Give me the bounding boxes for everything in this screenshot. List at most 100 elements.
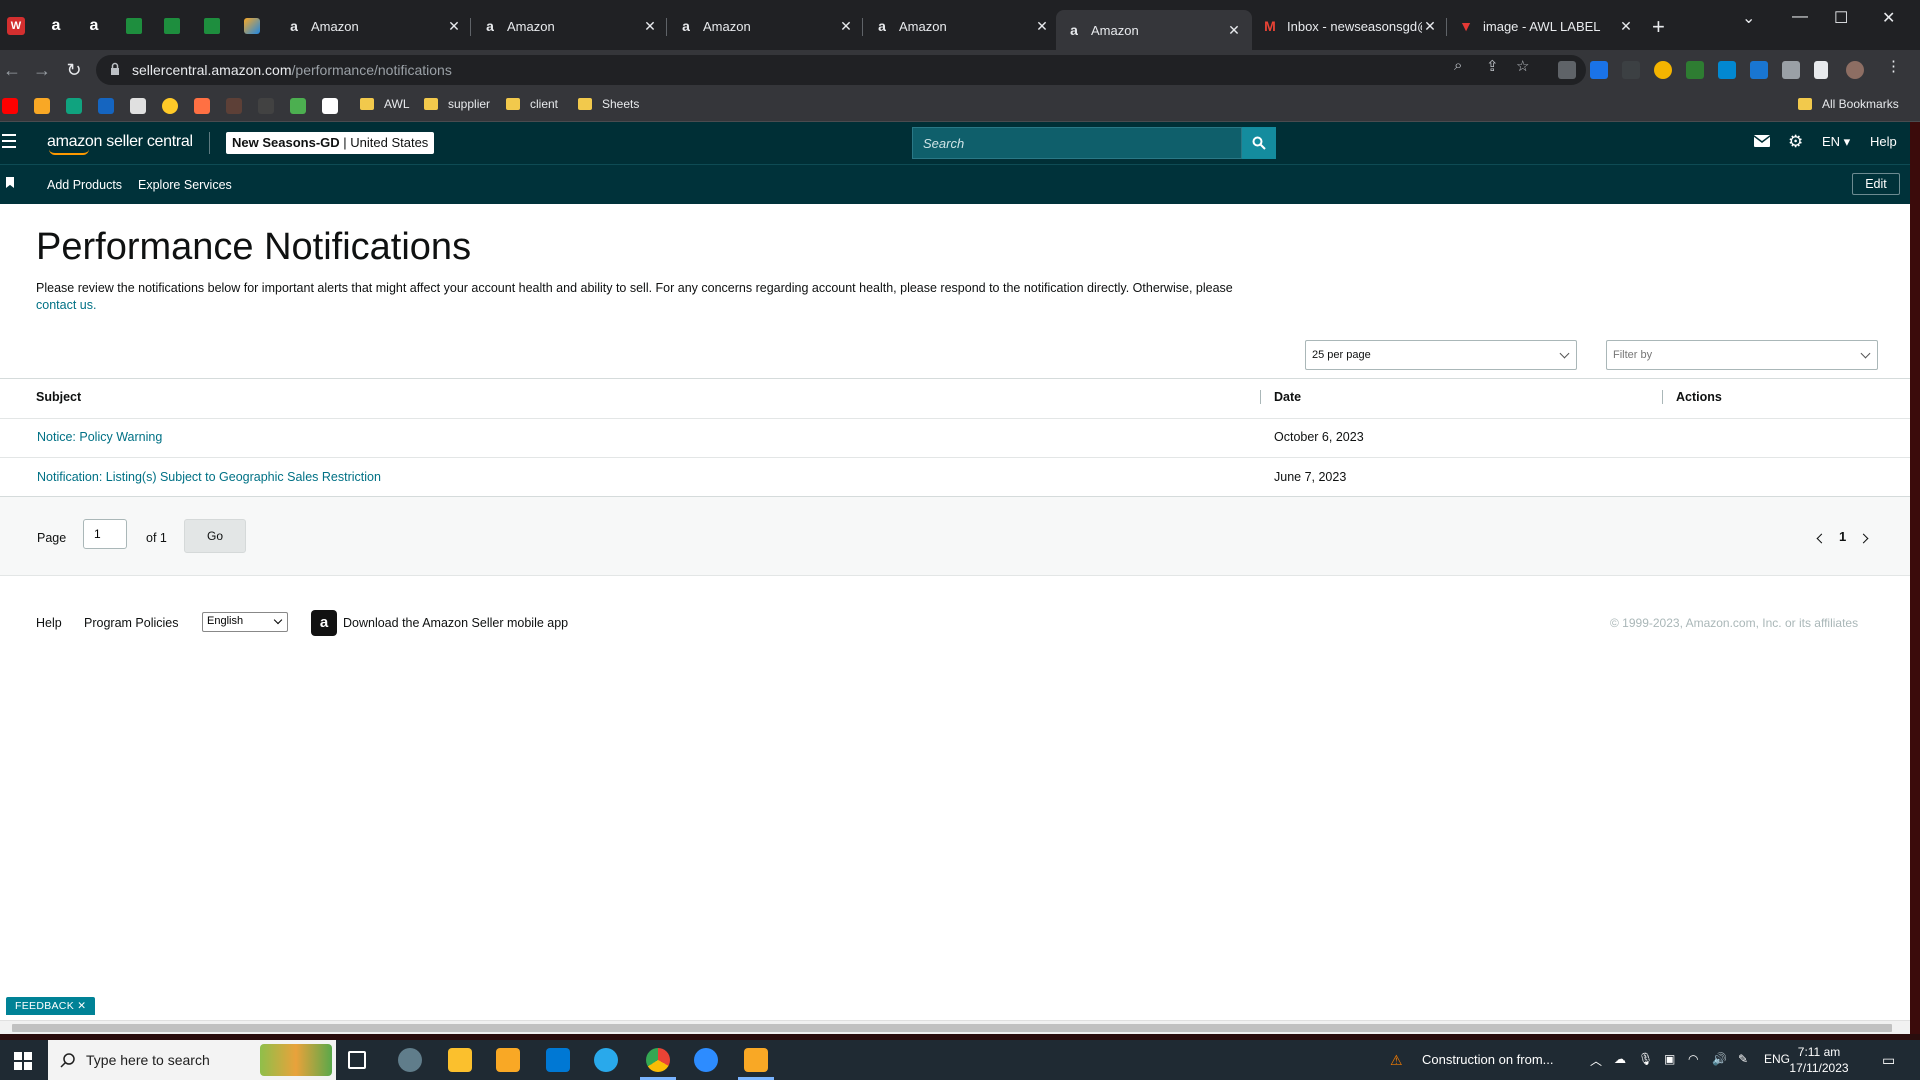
hamburger-menu-icon[interactable] — [2, 134, 16, 152]
edit-button[interactable]: Edit — [1852, 173, 1900, 195]
current-page-number[interactable]: 1 — [1839, 529, 1846, 544]
close-icon[interactable]: ✕ — [1422, 18, 1438, 35]
extension-icon[interactable] — [1686, 61, 1704, 79]
side-panel-icon[interactable] — [1814, 61, 1828, 79]
chatgpt-icon[interactable] — [66, 98, 82, 114]
bookmark-icon[interactable] — [258, 98, 274, 114]
all-bookmarks[interactable]: All Bookmarks — [1798, 97, 1899, 111]
file-explorer-icon[interactable] — [496, 1048, 520, 1072]
close-icon[interactable]: ✕ — [446, 18, 462, 35]
scrollbar-thumb[interactable] — [12, 1024, 1892, 1032]
bookmark-icon[interactable] — [34, 98, 50, 114]
display-icon[interactable]: ▣ — [1664, 1052, 1675, 1066]
bookmark-folder-client[interactable]: client — [506, 97, 558, 111]
pinned-tab-amazon-1[interactable]: a — [40, 10, 72, 42]
bookmark-icon[interactable] — [290, 98, 306, 114]
windows-start-icon[interactable] — [14, 1052, 32, 1070]
tab-gmail[interactable]: M Inbox - newseasonsgd@ ✕ — [1252, 10, 1448, 42]
mail-icon[interactable] — [1753, 135, 1771, 150]
tab-amazon-1[interactable]: a Amazon ✕ — [276, 10, 472, 42]
program-policies-link[interactable]: Program Policies — [84, 616, 178, 630]
settings-gear-icon[interactable]: ⚙ — [1788, 132, 1803, 152]
chevron-up-icon[interactable]: ︿ — [1590, 1052, 1602, 1069]
bookmark-icon[interactable] — [6, 177, 14, 188]
tab-search-icon[interactable]: ⌄ — [1742, 8, 1755, 28]
telegram-icon[interactable] — [594, 1048, 618, 1072]
bookmark-folder-sheets[interactable]: Sheets — [578, 97, 639, 111]
site-info-icon[interactable] — [110, 62, 120, 76]
forward-icon[interactable]: → — [30, 58, 54, 82]
calculator-icon[interactable] — [1750, 61, 1768, 79]
file-icon[interactable] — [744, 1048, 768, 1072]
bookmark-icon[interactable] — [194, 98, 210, 114]
notification-subject-link[interactable]: Notice: Policy Warning — [37, 430, 162, 444]
onedrive-icon[interactable]: ☁ — [1614, 1052, 1626, 1066]
tab-awl-label[interactable]: ▼ image - AWL LABEL ✕ — [1448, 10, 1644, 42]
back-icon[interactable]: ← — [0, 58, 24, 82]
pinned-tab-app[interactable] — [236, 10, 268, 42]
zoom-icon[interactable]: ⌕ — [1454, 57, 1462, 74]
tab-amazon-2[interactable]: a Amazon ✕ — [472, 10, 668, 42]
per-page-select[interactable]: 25 per page — [1305, 340, 1577, 370]
footer-language-select[interactable]: English — [202, 612, 288, 632]
extension-icon[interactable] — [1654, 61, 1672, 79]
tab-amazon-3[interactable]: a Amazon ✕ — [668, 10, 864, 42]
address-bar[interactable]: sellercentral.amazon.com/performance/not… — [96, 55, 1586, 85]
language-selector[interactable]: EN ▾ — [1822, 134, 1850, 150]
next-page-icon[interactable] — [1858, 533, 1869, 544]
share-icon[interactable]: ⇪ — [1486, 57, 1499, 75]
tab-amazon-4[interactable]: a Amazon ✕ — [864, 10, 1060, 42]
close-icon[interactable]: ✕ — [1034, 18, 1050, 35]
page-number-input[interactable] — [83, 519, 127, 549]
close-icon[interactable]: ✕ — [642, 18, 658, 35]
puzzle-icon[interactable] — [1782, 61, 1800, 79]
zoom-app-icon[interactable] — [694, 1048, 718, 1072]
filter-select[interactable]: Filter by — [1606, 340, 1878, 370]
avatar[interactable] — [1846, 61, 1864, 79]
news-widget[interactable]: Construction on from... — [1422, 1052, 1554, 1067]
extension-off-icon[interactable] — [1558, 61, 1576, 79]
obs-icon[interactable] — [398, 1048, 422, 1072]
column-header-subject[interactable]: Subject — [36, 390, 81, 404]
footer-help-link[interactable]: Help — [36, 616, 62, 630]
wifi-icon[interactable]: ◠ — [1688, 1052, 1698, 1066]
reload-icon[interactable]: ↻ — [62, 58, 86, 82]
sun-icon[interactable] — [162, 98, 178, 114]
sticky-notes-icon[interactable] — [448, 1048, 472, 1072]
amazon-icon[interactable] — [322, 98, 338, 114]
explore-services-link[interactable]: Explore Services — [138, 178, 232, 192]
pinned-tab-sheets-1[interactable] — [118, 10, 150, 42]
new-tab-button[interactable]: + — [1652, 14, 1665, 40]
add-products-link[interactable]: Add Products — [47, 178, 122, 192]
minimize-icon[interactable]: — — [1792, 8, 1808, 26]
seller-central-logo[interactable]: amazon seller central — [47, 133, 193, 155]
close-icon[interactable]: ✕ — [1618, 18, 1634, 35]
bookmark-folder-awl[interactable]: AWL — [360, 97, 410, 111]
pinned-tab-wps[interactable]: W — [0, 10, 32, 42]
task-view-icon[interactable] — [348, 1051, 366, 1069]
seller-app-icon[interactable]: a — [311, 610, 337, 636]
previous-page-icon[interactable] — [1816, 533, 1827, 544]
extension-icon[interactable] — [1622, 61, 1640, 79]
store-selector[interactable]: New Seasons-GD | United States — [226, 132, 435, 154]
contact-us-link[interactable]: contact us. — [36, 298, 96, 312]
search-button[interactable] — [1242, 127, 1276, 159]
column-header-date[interactable]: Date — [1274, 390, 1301, 404]
chrome-icon[interactable] — [646, 1048, 670, 1072]
taskbar-clock[interactable]: 7:11 am 17/11/2023 — [1784, 1044, 1854, 1076]
extension-icon[interactable] — [1590, 61, 1608, 79]
horizontal-scrollbar[interactable] — [0, 1020, 1910, 1034]
microphone-icon[interactable]: 🎙 — [1638, 1052, 1653, 1066]
close-window-icon[interactable]: ✕ — [1882, 8, 1895, 28]
help-link[interactable]: Help — [1870, 134, 1897, 149]
pen-icon[interactable]: ✎ — [1738, 1052, 1748, 1066]
taskbar-search[interactable]: Type here to search — [48, 1040, 336, 1080]
maximize-icon[interactable]: ☐ — [1834, 8, 1848, 28]
star-icon[interactable]: ☆ — [1516, 57, 1529, 75]
notifications-icon[interactable]: ▭ — [1882, 1052, 1895, 1069]
mail-app-icon[interactable] — [546, 1048, 570, 1072]
pinned-tab-sheets-2[interactable] — [156, 10, 188, 42]
search-input[interactable] — [912, 127, 1242, 159]
woo-icon[interactable] — [98, 98, 114, 114]
store-icon[interactable] — [130, 98, 146, 114]
